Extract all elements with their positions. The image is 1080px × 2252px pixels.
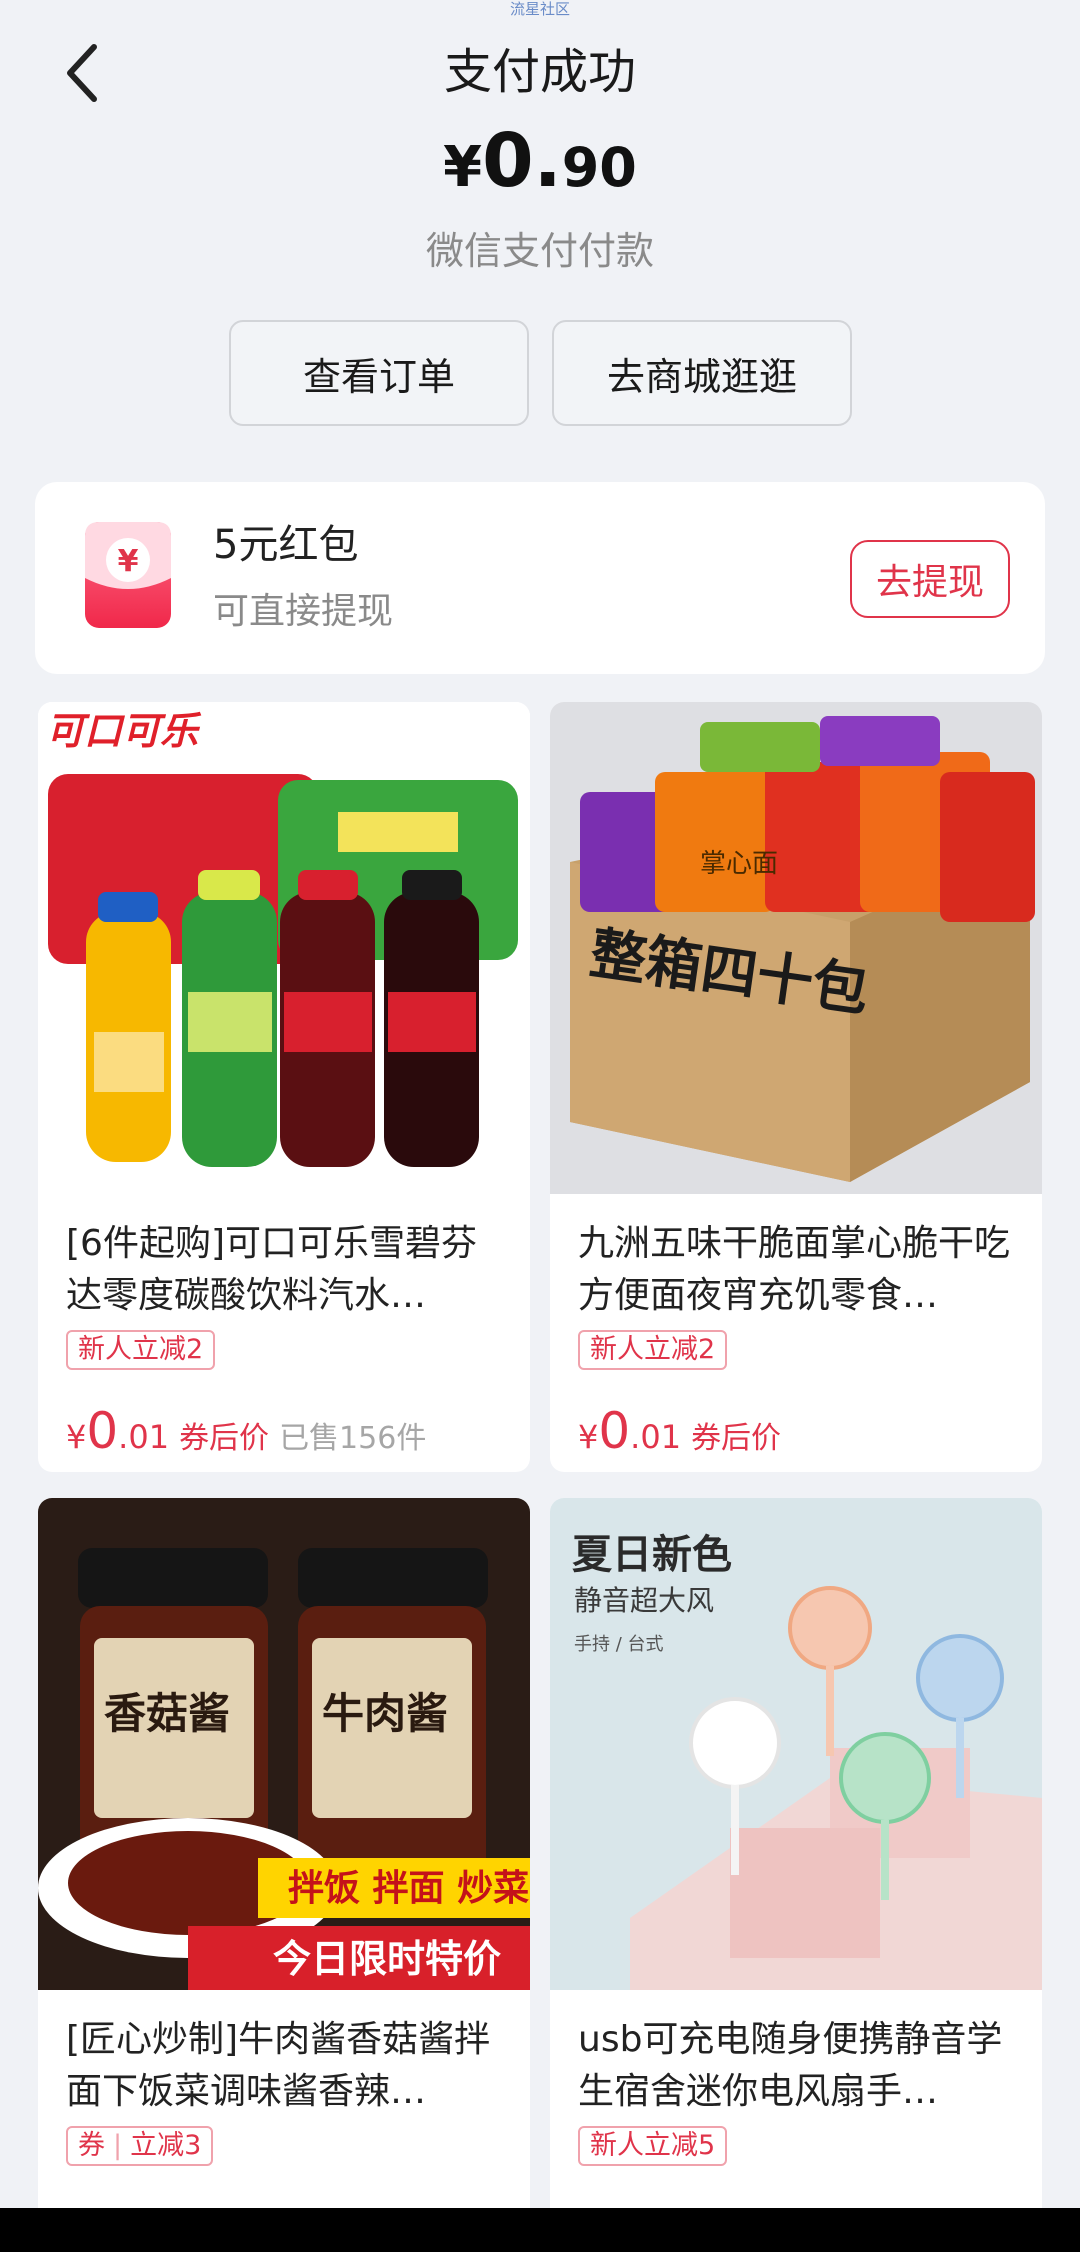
svg-text:手持 / 台式: 手持 / 台式 <box>574 1634 664 1655</box>
svg-text:可口可乐: 可口可乐 <box>46 709 202 753</box>
product-price: ¥0.01 券后价 已售156件 <box>66 1402 427 1460</box>
product-card-fan[interactable]: 夏日新色 静音超大风 手持 / 台式 usb可充电随身便携静音学生宿舍迷你电风扇… <box>550 1498 1042 2252</box>
product-title: 九洲五味干脆面掌心脆干吃方便面夜宵充饥零食… <box>578 1223 1011 1316</box>
price-label: 券后价 <box>691 1421 782 1456</box>
payment-method: 微信支付付款 <box>425 229 654 273</box>
product-image-noodles: 掌心面 整箱四十包 <box>550 702 1042 1194</box>
svg-text:静音超大风: 静音超大风 <box>574 1584 714 1617</box>
price-label: 券后价 <box>179 1421 270 1456</box>
amount-currency: ¥ <box>443 135 483 200</box>
promo-tag: 新人立减2 <box>66 1330 216 1370</box>
red-packet-icon: ¥ <box>85 522 171 628</box>
product-title: [匠心炒制]牛肉酱香菇酱拌面下饭菜调味酱香辣… <box>66 2019 491 2112</box>
sold-count: 已售156件 <box>279 1421 427 1456</box>
product-card-noodles[interactable]: 掌心面 整箱四十包 九洲五味干脆面掌心脆干吃方便面夜宵充饥零食… 新人立减2 ¥… <box>550 702 1042 1472</box>
watermark-text: 流星社区 <box>509 0 570 18</box>
product-title: [6件起购]可口可乐雪碧芬达零度碳酸饮料汽水… <box>66 1223 477 1316</box>
coupon-tag-prefix: 券 <box>78 2130 105 2161</box>
svg-text:夏日新色: 夏日新色 <box>572 1532 732 1578</box>
product-image-sauce: 香菇酱 牛肉酱 拌饭 拌面 炒菜 今日限时特价 <box>38 1498 530 1990</box>
svg-text:拌饭 拌面 炒菜: 拌饭 拌面 炒菜 <box>288 1868 529 1909</box>
svg-text:今日限时特价: 今日限时特价 <box>273 1937 501 1981</box>
product-title: usb可充电随身便携静音学生宿舍迷你电风扇手… <box>578 2019 1003 2112</box>
product-card-cola[interactable]: 可口可乐 [6件起购]可口可乐雪碧芬达零度碳酸饮料汽水… 新人立减2 ¥0.01… <box>38 702 530 1472</box>
redpacket-subtitle: 可直接提现 <box>213 591 394 632</box>
system-nav-bar <box>0 2208 1080 2252</box>
svg-text:牛肉酱: 牛肉酱 <box>322 1689 448 1738</box>
redpacket-card: ¥ 5元红包 可直接提现 去提现 <box>35 482 1045 674</box>
amount-decimal: 90 <box>561 136 637 199</box>
svg-text:¥: ¥ <box>118 544 139 579</box>
promo-tag: 券 | 立减3 <box>66 2126 214 2166</box>
go-mall-button[interactable]: 去商城逛逛 <box>552 320 852 426</box>
view-order-button[interactable]: 查看订单 <box>229 320 529 426</box>
product-price: ¥0.01 券后价 <box>578 1402 782 1460</box>
amount-integer: 0. <box>482 118 562 204</box>
product-image-fan: 夏日新色 静音超大风 手持 / 台式 <box>550 1498 1042 1990</box>
page-title: 支付成功 <box>443 44 636 100</box>
coupon-tag-value: 立减3 <box>130 2130 202 2161</box>
promo-tag: 新人立减5 <box>578 2126 728 2166</box>
svg-text:掌心面: 掌心面 <box>700 849 778 879</box>
withdraw-button[interactable]: 去提现 <box>850 540 1010 618</box>
promo-tag: 新人立减2 <box>578 1330 728 1370</box>
product-card-sauce[interactable]: 香菇酱 牛肉酱 拌饭 拌面 炒菜 今日限时特价 [匠心炒制]牛肉酱香菇酱拌面下饭… <box>38 1498 530 2252</box>
svg-text:香菇酱: 香菇酱 <box>104 1689 230 1738</box>
payment-amount: ¥0.90 <box>0 118 1080 224</box>
redpacket-title: 5元红包 <box>213 522 359 568</box>
product-image-cola: 可口可乐 <box>38 702 530 1194</box>
